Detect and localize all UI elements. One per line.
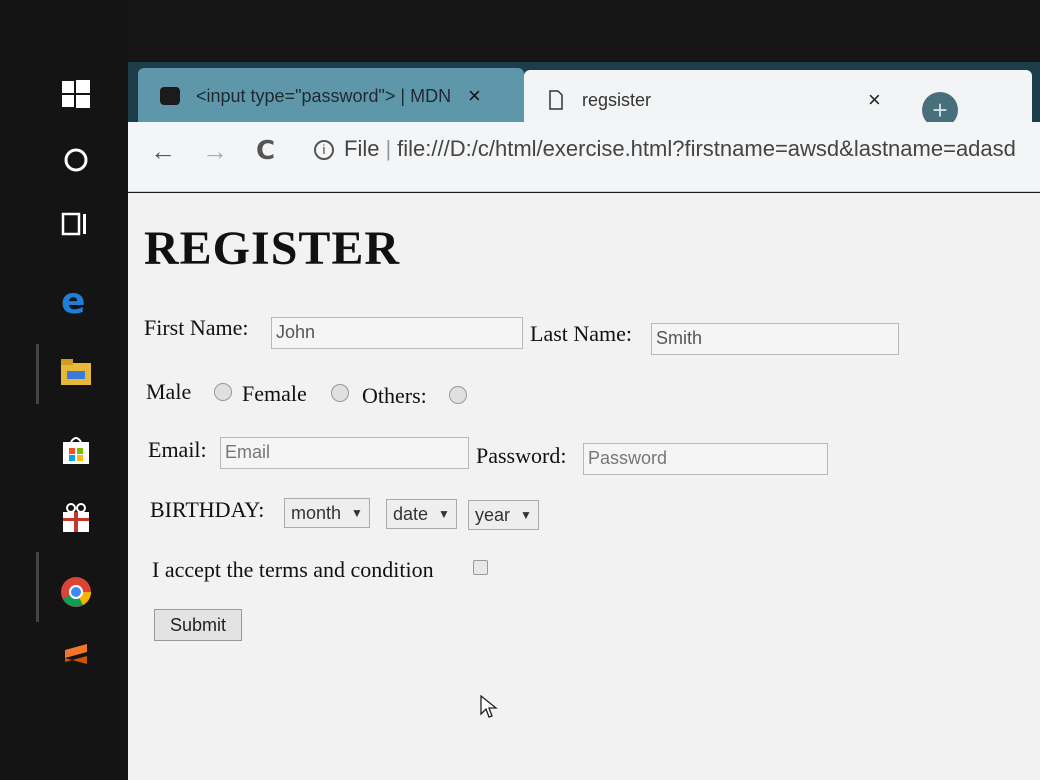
chevron-down-icon: ▼ bbox=[351, 506, 363, 520]
page-title: REGISTER bbox=[144, 222, 401, 275]
first-name-label: First Name: bbox=[144, 315, 249, 340]
reload-button[interactable]: C bbox=[256, 136, 275, 166]
task-view-icon[interactable] bbox=[56, 204, 96, 244]
taskbar: e bbox=[0, 0, 128, 780]
password-field[interactable]: Password bbox=[583, 443, 828, 475]
page-icon bbox=[549, 90, 563, 110]
close-icon[interactable]: × bbox=[468, 83, 481, 109]
address-bar[interactable]: i File | file:///D:/c/html/exercise.html?fi… bbox=[314, 136, 1016, 162]
url-text: file:///D:/c/html/exercise.html?firstnam… bbox=[397, 136, 1016, 161]
mdn-favicon-icon bbox=[160, 87, 180, 105]
year-select-value: year bbox=[475, 504, 511, 525]
birthday-label: BIRTHDAY: bbox=[150, 497, 265, 522]
chevron-down-icon: ▼ bbox=[520, 508, 532, 522]
male-label: Male bbox=[146, 379, 192, 404]
male-radio[interactable] bbox=[214, 383, 232, 401]
email-label: Email: bbox=[148, 437, 207, 462]
female-radio[interactable] bbox=[331, 384, 349, 402]
others-label: Others: bbox=[362, 383, 427, 408]
tab-mdn[interactable]: <input type="password"> | MDN × bbox=[138, 68, 524, 124]
sublime-icon[interactable] bbox=[56, 636, 96, 676]
close-icon[interactable]: × bbox=[868, 87, 881, 113]
toolbar: ← → C i File | file:///D:/c/html/exercise.h… bbox=[128, 122, 1040, 192]
tab-register[interactable]: regsister × bbox=[524, 70, 1032, 130]
date-select[interactable]: date ▼ bbox=[386, 499, 457, 529]
month-select[interactable]: month ▼ bbox=[284, 498, 370, 528]
last-name-field[interactable]: Smith bbox=[651, 323, 899, 355]
password-label: Password: bbox=[476, 443, 567, 468]
chrome-icon[interactable] bbox=[56, 572, 96, 612]
forward-button[interactable]: → bbox=[202, 136, 228, 167]
gift-icon[interactable] bbox=[56, 498, 96, 538]
back-button[interactable]: ← bbox=[150, 136, 176, 167]
first-name-field[interactable]: John bbox=[271, 317, 523, 349]
date-select-value: date bbox=[393, 503, 429, 524]
tab-strip: <input type="password"> | MDN × regsiste… bbox=[128, 62, 1040, 130]
month-select-value: month bbox=[291, 502, 342, 523]
window-frame bbox=[128, 0, 1040, 62]
store-icon[interactable] bbox=[56, 430, 96, 470]
chevron-down-icon: ▼ bbox=[438, 507, 450, 521]
edge-icon[interactable]: e bbox=[56, 280, 96, 320]
mouse-cursor-icon bbox=[480, 695, 498, 718]
taskbar-separator bbox=[36, 344, 39, 404]
year-select[interactable]: year ▼ bbox=[468, 500, 539, 530]
terms-label: I accept the terms and condition bbox=[152, 557, 434, 582]
last-name-label: Last Name: bbox=[530, 321, 633, 346]
url-scheme-label: File bbox=[344, 136, 380, 161]
taskbar-separator bbox=[36, 552, 39, 622]
page-content: REGISTER First Name: John Last Name: Smi… bbox=[128, 193, 1040, 780]
female-label: Female bbox=[242, 381, 307, 406]
windows-icon[interactable] bbox=[56, 74, 96, 114]
file-explorer-icon[interactable] bbox=[56, 352, 96, 392]
tab-title: <input type="password"> | MDN bbox=[196, 85, 452, 106]
submit-button[interactable]: Submit bbox=[154, 609, 242, 641]
info-icon[interactable]: i bbox=[314, 140, 334, 161]
email-field[interactable]: Email bbox=[220, 437, 469, 469]
tab-title: regsister bbox=[582, 89, 652, 110]
others-radio[interactable] bbox=[449, 386, 467, 404]
cortana-icon[interactable] bbox=[56, 140, 96, 180]
svg-text:e: e bbox=[61, 283, 85, 317]
terms-checkbox[interactable] bbox=[473, 560, 488, 575]
